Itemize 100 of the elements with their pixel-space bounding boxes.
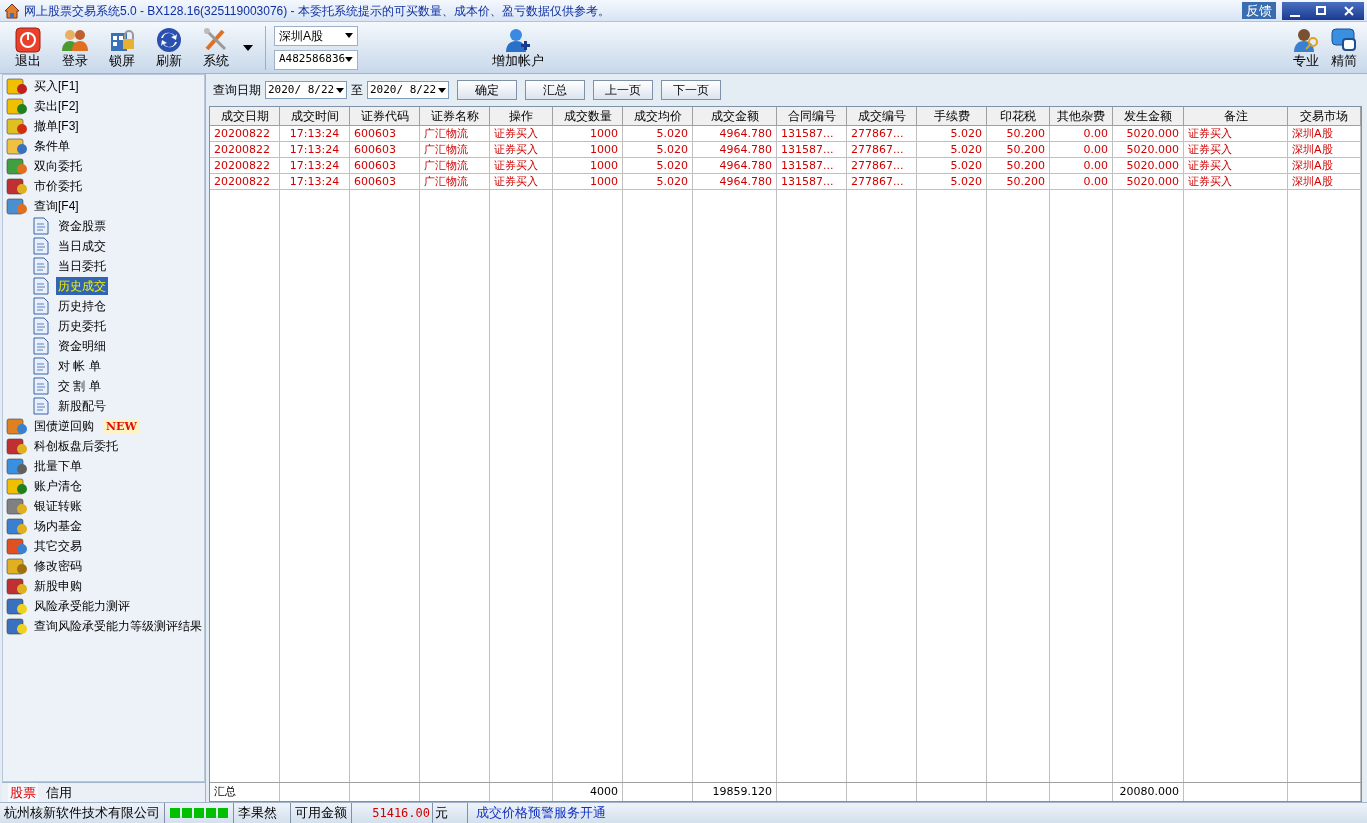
column-header[interactable]: 成交金额 [693, 107, 777, 126]
table-cell: 5.020 [623, 126, 693, 141]
sidebar-item[interactable]: 市价委托 [32, 177, 84, 195]
sidebar-item[interactable]: 风险承受能力测评 [32, 597, 132, 615]
add-user-icon [505, 26, 531, 53]
column-header[interactable]: 印花税 [987, 107, 1050, 126]
sidebar-item[interactable]: 撤单[F3] [32, 117, 81, 135]
sidebar-item[interactable]: 资金明细 [56, 337, 108, 355]
table-cell: 深圳A股 [1288, 174, 1361, 189]
sidebar-item[interactable]: 国债逆回购 [32, 417, 96, 435]
connection-status-icon [169, 807, 229, 819]
balance-value: 51416.00 [371, 805, 431, 822]
column-header[interactable]: 成交数量 [553, 107, 623, 126]
tools-icon [202, 26, 229, 53]
sidebar-item[interactable]: 查询风险承受能力等级测评结果 [32, 617, 204, 635]
sidebar-item[interactable]: 查询[F4] [32, 197, 81, 215]
window-icon [1331, 26, 1357, 53]
sidebar-tab[interactable]: 信用 [44, 782, 74, 803]
column-header[interactable]: 手续费 [917, 107, 987, 126]
sidebar-item[interactable]: 科创板盘后委托 [32, 437, 120, 455]
table-cell: 深圳A股 [1288, 142, 1361, 157]
table-cell: 1000 [553, 126, 623, 141]
alert-service-link[interactable]: 成交价格预警服务开通 [476, 803, 606, 823]
table-cell: 证券买入 [490, 174, 553, 189]
table-cell: 5.020 [917, 174, 987, 189]
column-header[interactable]: 其他杂费 [1050, 107, 1113, 126]
column-header[interactable]: 成交均价 [623, 107, 693, 126]
date-from-field[interactable]: 2020/ 8/22 [265, 81, 347, 99]
caret-icon [345, 33, 353, 38]
table-cell: 深圳A股 [1288, 126, 1361, 141]
table-cell: 277867... [847, 126, 917, 141]
toolbar-button[interactable]: 系统 [192, 26, 239, 69]
toolbar-button[interactable]: 精简 [1325, 26, 1363, 69]
column-header[interactable]: 成交编号 [847, 107, 917, 126]
sidebar-item[interactable]: 其它交易 [32, 537, 84, 555]
sidebar-item[interactable]: 场内基金 [32, 517, 84, 535]
column-header[interactable]: 备注 [1184, 107, 1288, 126]
sidebar-item[interactable]: 历史委托 [56, 317, 108, 335]
table-cell: 5.020 [623, 174, 693, 189]
sidebar-item[interactable]: 批量下单 [32, 457, 84, 475]
table-cell: 600603 [350, 174, 420, 189]
sidebar-item[interactable]: 当日成交 [56, 237, 108, 255]
sidebar-item[interactable]: 新股申购 [32, 577, 84, 595]
table-cell: 4964.780 [693, 174, 777, 189]
column-header[interactable]: 交易市场 [1288, 107, 1361, 126]
table-cell: 5020.000 [1113, 174, 1184, 189]
column-header[interactable]: 成交日期 [210, 107, 280, 126]
sidebar-item[interactable]: 账户清仓 [32, 477, 84, 495]
query-button[interactable]: 上一页 [593, 80, 653, 100]
account-select[interactable]: A482586836 [274, 49, 358, 70]
document-icon [33, 297, 49, 315]
market-select[interactable]: 深圳A股 [274, 25, 358, 46]
sidebar-item[interactable]: 资金股票 [56, 217, 108, 235]
column-header[interactable]: 证券代码 [350, 107, 420, 126]
company-name: 杭州核新软件技术有限公司 [0, 803, 165, 823]
sidebar-item[interactable]: 卖出[F2] [32, 97, 81, 115]
house-icon [4, 2, 20, 19]
sidebar-item[interactable]: 交 割 单 [56, 377, 103, 395]
column-header[interactable]: 发生金额 [1113, 107, 1184, 126]
sidebar-item[interactable]: 历史成交 [56, 277, 108, 295]
toolbar-button[interactable]: 登录 [51, 26, 98, 69]
table-cell: 广汇物流 [420, 126, 490, 141]
sidebar-tab[interactable]: 股票 [8, 782, 38, 803]
table-cell: 1000 [553, 142, 623, 157]
sidebar-item[interactable]: 修改密码 [32, 557, 84, 575]
toolbar-button[interactable]: 专业 [1287, 26, 1325, 69]
column-header[interactable]: 合同编号 [777, 107, 847, 126]
query-button[interactable]: 下一页 [661, 80, 721, 100]
table-cell: 证券买入 [490, 158, 553, 173]
column-header[interactable]: 操作 [490, 107, 553, 126]
query-button[interactable]: 确定 [457, 80, 517, 100]
toolbar-button[interactable]: 刷新 [145, 26, 192, 69]
column-header[interactable]: 证券名称 [420, 107, 490, 126]
table-cell: 5020.000 [1113, 142, 1184, 157]
table-cell: 17:13:24 [280, 158, 350, 173]
sidebar-item[interactable]: 银证转账 [32, 497, 84, 515]
sidebar-item[interactable]: 历史持仓 [56, 297, 108, 315]
sidebar-item[interactable]: 买入[F1] [32, 77, 81, 95]
feedback-button[interactable]: 反馈 [1242, 2, 1276, 19]
date-to-field[interactable]: 2020/ 8/22 [367, 81, 449, 99]
sidebar-item[interactable]: 条件单 [32, 137, 72, 155]
table-cell: 1000 [553, 158, 623, 173]
table-cell: 17:13:24 [280, 142, 350, 157]
sidebar-item[interactable]: 新股配号 [56, 397, 108, 415]
sidebar-item[interactable]: 对 帐 单 [56, 357, 103, 375]
add-account-button[interactable]: 增加帐户 [492, 26, 544, 69]
table-cell: 277867... [847, 158, 917, 173]
user-name: 李果然 [233, 803, 291, 823]
query-button[interactable]: 汇总 [525, 80, 585, 100]
table-cell: 50.200 [987, 158, 1050, 173]
caret-icon[interactable] [242, 43, 254, 52]
window-title: 网上股票交易系统5.0 - BX128.16(325119003076) - 本委托系统提示的可买数量、成本价、盈亏数据仅供参考。 [24, 2, 610, 20]
table-cell: 0.00 [1050, 174, 1113, 189]
toolbar-button[interactable]: 锁屏 [98, 26, 145, 69]
summary-cell: 4000 [553, 783, 623, 801]
toolbar-button[interactable]: 退出 [4, 26, 51, 69]
column-header[interactable]: 成交时间 [280, 107, 350, 126]
sidebar-item[interactable]: 双向委托 [32, 157, 84, 175]
refresh-icon [155, 26, 182, 53]
sidebar-item[interactable]: 当日委托 [56, 257, 108, 275]
